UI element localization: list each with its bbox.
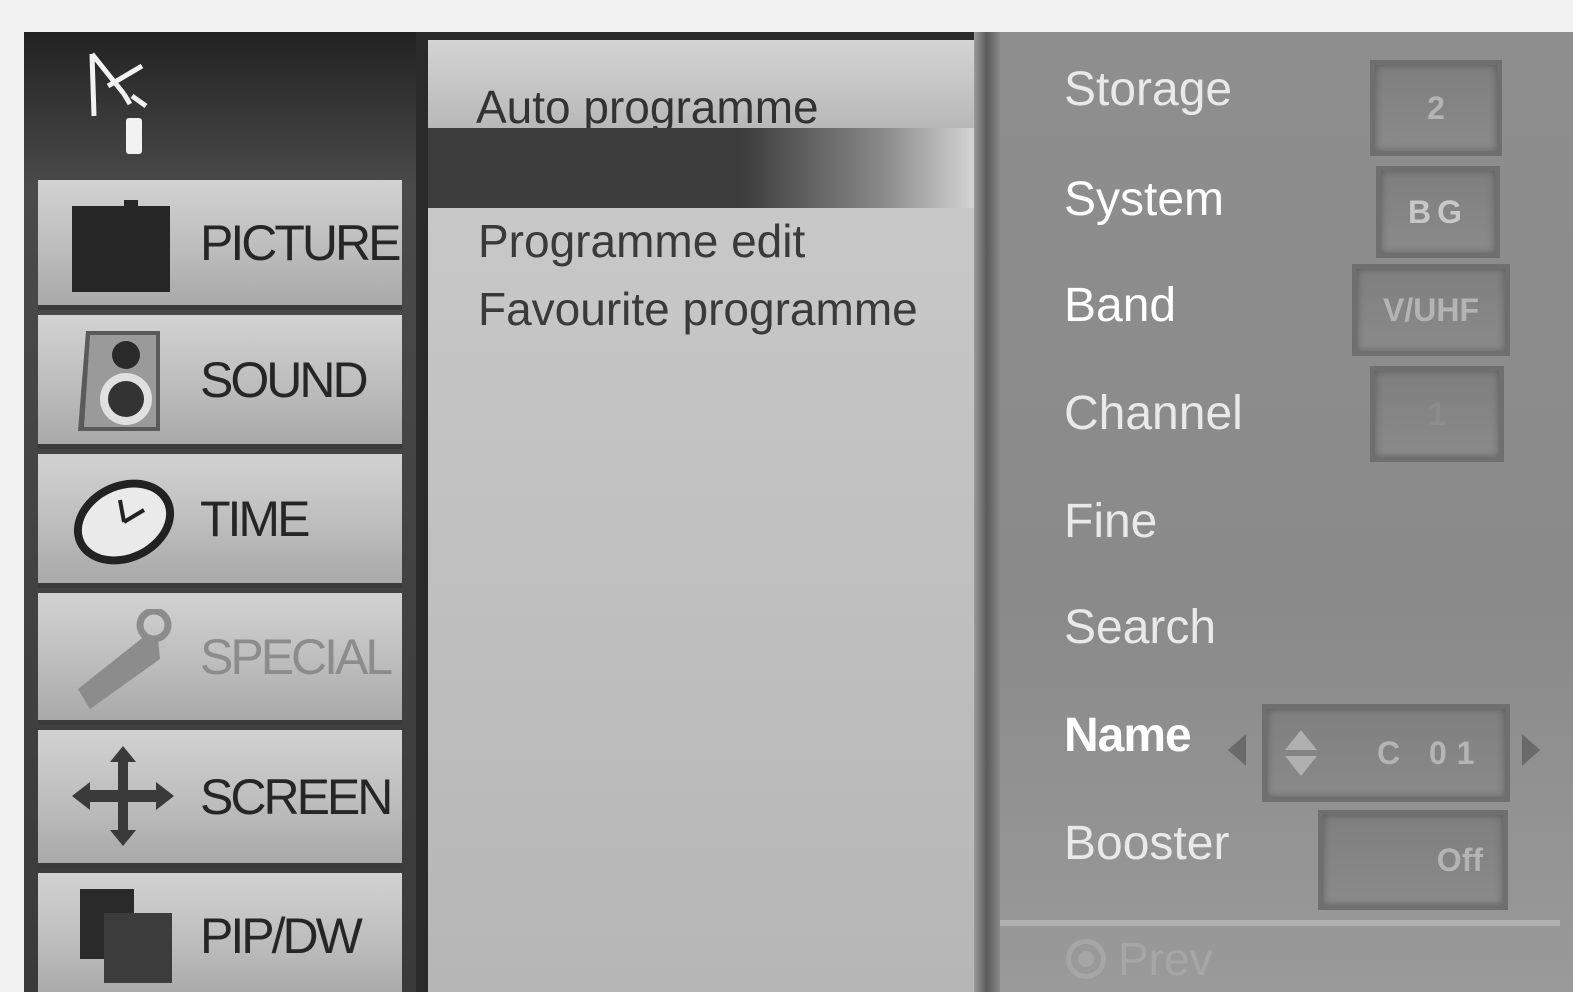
fine-label[interactable]: Fine [1064, 494, 1157, 549]
move-arrows-icon [72, 746, 174, 846]
submenu-item-label: Auto programme [476, 81, 819, 133]
category-sound[interactable]: SOUND [38, 315, 402, 449]
category-label: SPECIAL [200, 628, 393, 685]
storage-value: 2 [1427, 89, 1445, 126]
booster-label: Booster [1064, 817, 1230, 870]
band-value: V/UHF [1383, 291, 1479, 328]
category-label: SCREEN [200, 768, 393, 825]
category-label: TIME [200, 490, 310, 547]
search-label[interactable]: Search [1064, 600, 1216, 655]
category-label: SOUND [200, 351, 369, 408]
category-special[interactable]: SPECIAL [38, 593, 402, 725]
tv-osd-screen: PICTURE SOUND TIME SPECIAL SCREEN PIP/DW… [24, 32, 1573, 992]
band-label: Band [1064, 279, 1177, 332]
category-label: PICTURE [200, 214, 401, 271]
storage-value-box[interactable]: 2 [1370, 60, 1502, 156]
settings-panel: Storage 2 System BG Band V/UHF Channel 1… [1000, 32, 1573, 992]
submenu-item-auto-programme[interactable]: Auto programme [428, 40, 976, 133]
panel-divider [974, 32, 1000, 992]
submenu-item-favourite-programme[interactable]: Favourite programme [478, 282, 918, 336]
prev-button[interactable]: Prev [1066, 932, 1213, 986]
system-value: BG [1408, 193, 1468, 230]
name-right-arrow-icon[interactable] [1522, 734, 1540, 766]
system-value-box[interactable]: BG [1376, 166, 1500, 258]
submenu-panel: Auto programme Programme edit Favourite … [416, 32, 1000, 992]
channel-value: 1 [1428, 395, 1446, 432]
system-label: System [1064, 173, 1225, 226]
storage-label: Storage [1064, 63, 1233, 116]
clock-icon [73, 479, 175, 565]
category-pip-dw[interactable]: PIP/DW [38, 873, 402, 992]
category-time[interactable]: TIME [38, 454, 402, 588]
pip-icon [80, 889, 172, 983]
channel-label: Channel [1064, 387, 1243, 440]
category-label: PIP/DW [200, 907, 363, 964]
category-screen[interactable]: SCREEN [38, 730, 402, 868]
name-label: Name [1064, 709, 1192, 762]
name-value: C 01 [1377, 734, 1485, 771]
name-value-box[interactable]: C 01 [1262, 704, 1510, 802]
key-icon [78, 609, 172, 709]
channel-value-box[interactable]: 1 [1370, 366, 1504, 462]
booster-value: Off [1436, 841, 1483, 878]
ok-circle-icon [1066, 939, 1106, 979]
category-sidebar: PICTURE SOUND TIME SPECIAL SCREEN PIP/DW [24, 32, 416, 992]
antenna-icon [89, 52, 148, 154]
submenu-list: Programme edit Favourite programme [428, 208, 976, 992]
band-value-box[interactable]: V/UHF [1352, 264, 1510, 356]
picture-icon [72, 200, 170, 292]
up-down-arrows-icon[interactable] [1283, 728, 1319, 778]
speaker-icon [78, 331, 160, 431]
submenu-item-programme-edit[interactable]: Programme edit [478, 214, 805, 268]
name-left-arrow-icon[interactable] [1228, 734, 1246, 766]
booster-value-box[interactable]: Off [1318, 810, 1508, 910]
category-picture[interactable]: PICTURE [38, 180, 402, 310]
footer-divider [1000, 920, 1560, 926]
prev-label: Prev [1118, 933, 1213, 985]
selection-highlight [428, 128, 998, 208]
